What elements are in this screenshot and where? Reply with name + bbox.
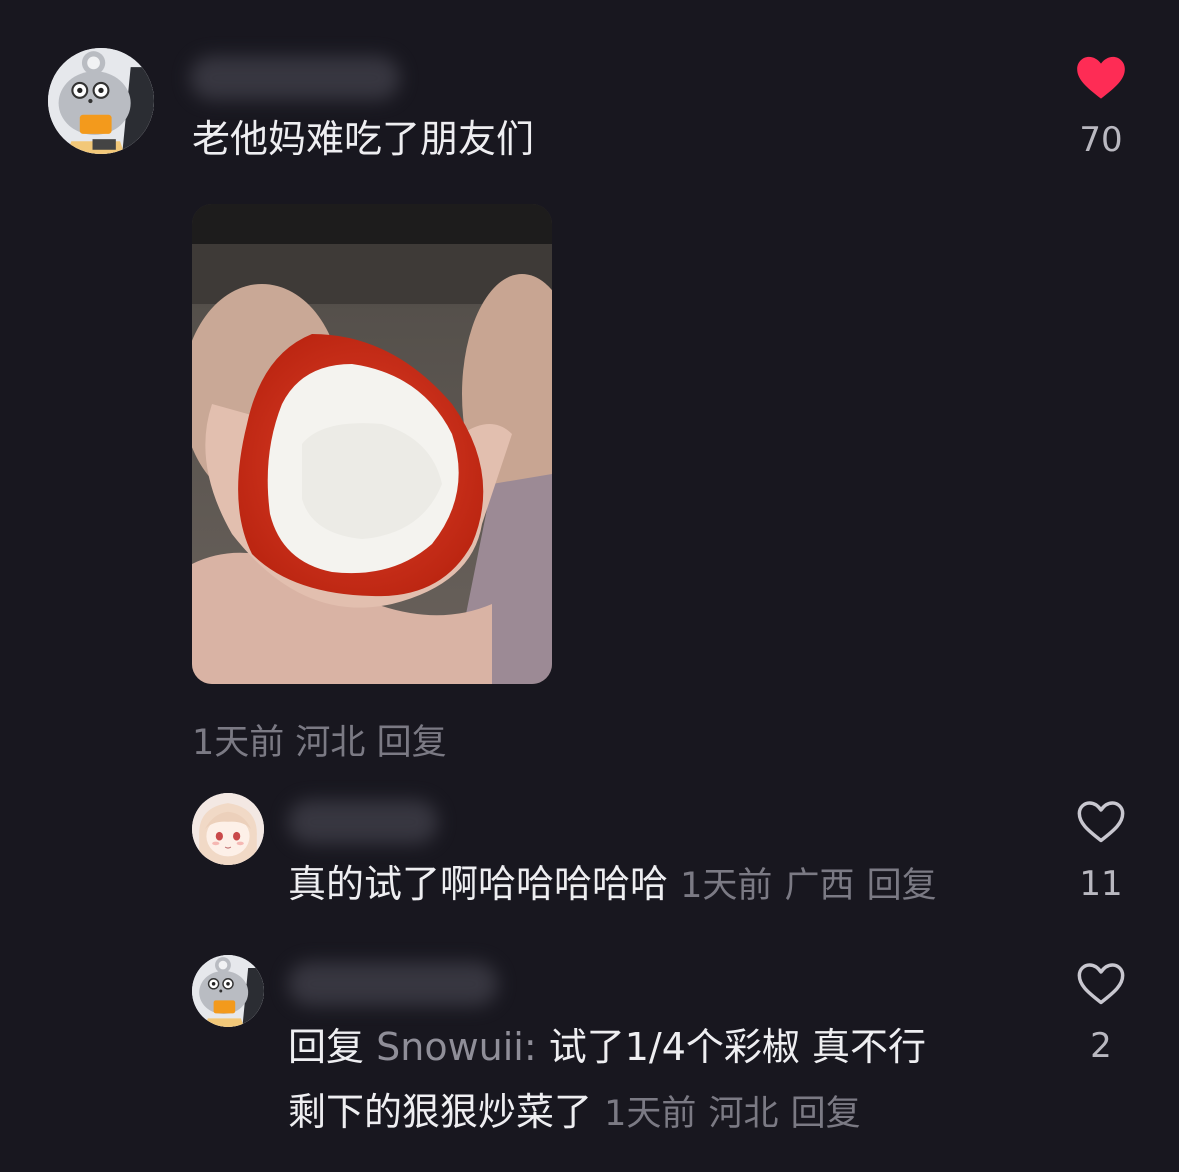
username-blurred[interactable] [288,800,438,844]
like-count: 2 [1090,1026,1112,1066]
reply-2-text-1: 试了1/4个彩椒 真不行 [548,1025,926,1069]
heart-filled-icon [1077,56,1125,99]
like-count: 11 [1079,864,1123,904]
like-button-reply-1[interactable]: 11 [1064,798,1138,904]
avatar-reply-2[interactable] [192,955,264,1027]
reply-1-line: 真的试了啊哈哈哈哈哈 1天前 广西 回复 [288,859,937,909]
reply-1-reply-button[interactable]: 回复 [867,866,937,906]
comment-location: 河北 [295,723,366,763]
reply-2-reply-button[interactable]: 回复 [791,1094,861,1134]
reply-1-text: 真的试了啊哈哈哈哈哈 [288,862,669,906]
username-blurred[interactable] [190,56,400,100]
reply-1-location: 广西 [784,866,855,906]
reply-prefix: 回复 [288,1025,365,1069]
comment-text: 老他妈难吃了朋友们 [192,117,535,161]
reply-2-location: 河北 [708,1094,779,1134]
comment-time: 1天前 [192,723,285,763]
heart-outline-icon [1077,801,1125,843]
comment-photo[interactable] [192,204,552,684]
username-blurred[interactable] [288,962,498,1006]
reply-2-line-2: 剩下的狠狠炒菜了 1天前 河北 回复 [288,1087,861,1137]
like-button-main[interactable]: 70 [1064,54,1138,160]
reply-to-username[interactable]: Snowuii: [376,1025,537,1069]
like-button-reply-2[interactable]: 2 [1064,960,1138,1066]
like-count: 70 [1079,120,1123,160]
avatar-main-commenter[interactable] [48,48,154,154]
reply-2-text-2: 剩下的狠狠炒菜了 [288,1090,593,1134]
reply-button[interactable]: 回复 [377,723,447,763]
reply-2-line-1: 回复 Snowuii: 试了1/4个彩椒 真不行 [288,1022,926,1072]
mouse-avatar-image [192,955,264,1027]
mouse-avatar-image [48,48,154,154]
stuffed-pepper-photo [192,204,552,684]
comment-meta: 1天前 河北 回复 [192,714,447,765]
reply-1-time: 1天前 [680,866,773,906]
heart-outline-icon [1077,963,1125,1005]
anime-girl-avatar-image [192,793,264,865]
reply-2-time: 1天前 [604,1094,697,1134]
avatar-reply-1[interactable] [192,793,264,865]
